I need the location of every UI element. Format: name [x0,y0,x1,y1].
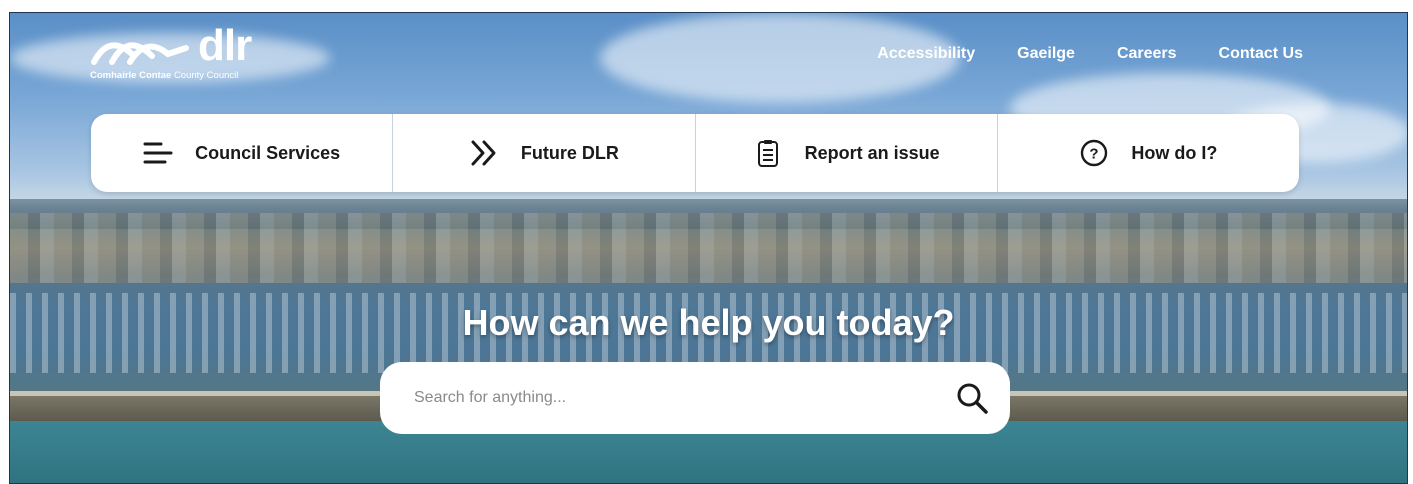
menu-future-dlr-label: Future DLR [520,142,619,163]
dlr-logo[interactable]: dlr Comhairle Contae County Council [90,21,252,82]
search-bar [380,362,1010,434]
question-circle-icon: ? [1079,138,1109,168]
menu-lines-icon [143,138,173,168]
menu-council-services[interactable]: Council Services [91,114,394,192]
hero-headline: How can we help you today? [462,302,955,343]
brand-subtitle-rest: County Council [173,70,239,81]
menu-how-do-i[interactable]: ? How do I? [998,114,1299,192]
menu-future-dlr[interactable]: Future DLR [393,114,696,192]
svg-text:?: ? [1090,146,1099,163]
hero-banner: dlr Comhairle Contae County Council Acce… [9,12,1408,484]
nav-gaeilge[interactable]: Gaeilge [1017,45,1075,63]
waves-logo-icon [91,42,189,65]
menu-report-an-issue-label: Report an issue [804,142,940,163]
search-button[interactable] [952,378,992,418]
top-navigation: Accessibility Gaeilge Careers Contact Us [877,45,1303,63]
nav-careers[interactable]: Careers [1117,45,1177,63]
nav-contact-us[interactable]: Contact Us [1219,45,1303,63]
search-icon [957,383,988,414]
double-chevron-right-icon [469,138,499,168]
menu-report-an-issue[interactable]: Report an issue [696,114,998,192]
clipboard-icon [753,138,783,168]
town-skyline [10,213,1407,283]
brand-name: dlr [198,21,252,70]
menu-how-do-i-label: How do I? [1131,142,1218,163]
search-input[interactable] [412,388,952,408]
brand-subtitle-bold: Comhairle Contae [90,70,172,81]
brand-subtitle: Comhairle Contae County Council [90,70,251,81]
menu-council-services-label: Council Services [195,142,341,163]
nav-accessibility[interactable]: Accessibility [877,45,975,63]
main-menu: Council Services Future DLR Report an is… [91,114,1299,192]
